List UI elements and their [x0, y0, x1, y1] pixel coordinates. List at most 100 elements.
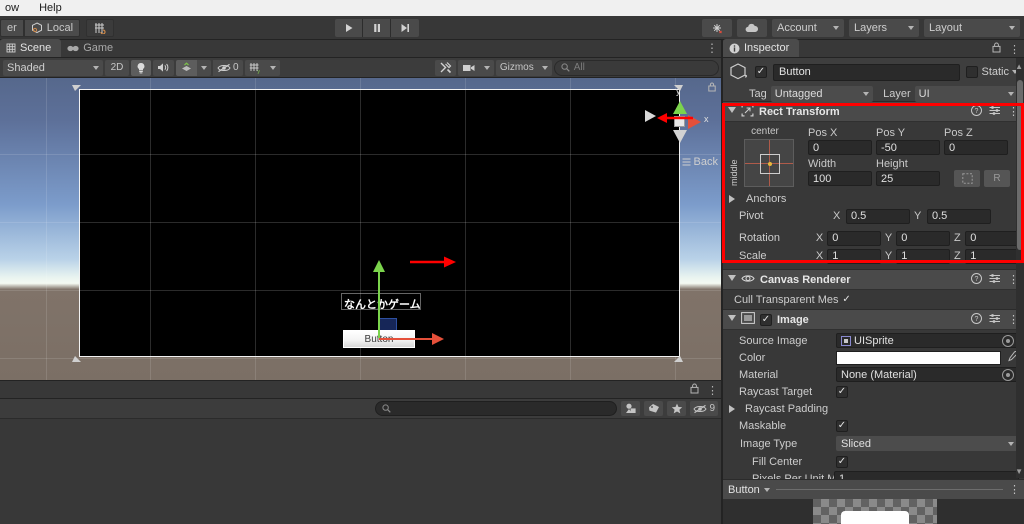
- scale-y-input[interactable]: 1: [896, 248, 950, 264]
- anchors-foldout-row[interactable]: Anchors: [723, 191, 1024, 207]
- project-filter-type-button[interactable]: [621, 401, 641, 416]
- fill-center-checkbox[interactable]: [836, 455, 848, 468]
- chevron-right-icon[interactable]: [729, 404, 738, 413]
- scene-audio-button[interactable]: [153, 59, 174, 76]
- pause-button[interactable]: [363, 19, 391, 37]
- inspector-scrollbar-track[interactable]: [1016, 58, 1024, 478]
- pivot-y-input[interactable]: 0.5: [927, 208, 991, 224]
- grid-snap-button[interactable]: [86, 18, 115, 37]
- scene-viewport[interactable]: なんとかゲーム Button y x Back: [0, 78, 722, 380]
- move-gizmo-x-arrow[interactable]: [432, 333, 444, 345]
- pos-z-input[interactable]: 0: [944, 140, 1008, 155]
- pos-y-input[interactable]: -50: [876, 140, 940, 155]
- project-filter-label-button[interactable]: [644, 401, 664, 416]
- help-icon[interactable]: ?: [971, 104, 982, 119]
- layer-dropdown[interactable]: UI: [914, 86, 1018, 102]
- preview-render-area[interactable]: [723, 499, 1024, 524]
- scene-camera-button[interactable]: [457, 59, 480, 76]
- layers-dropdown[interactable]: Layers: [849, 19, 919, 37]
- project-filter-favorite-button[interactable]: [667, 401, 687, 416]
- project-search-input[interactable]: [375, 401, 618, 416]
- inspector-lock-button[interactable]: [992, 42, 1001, 56]
- height-input[interactable]: 25: [876, 171, 940, 186]
- component-tools-button[interactable]: [434, 59, 456, 76]
- gameobject-name-input[interactable]: Button: [773, 63, 961, 81]
- preview-menu-button[interactable]: ⋮: [1009, 483, 1020, 496]
- menu-item-help[interactable]: Help: [36, 0, 65, 16]
- project-lock-button[interactable]: [690, 383, 699, 397]
- shading-mode-dropdown[interactable]: Shaded: [3, 59, 103, 76]
- layout-dropdown[interactable]: Layout: [924, 19, 1020, 37]
- source-image-field[interactable]: UISprite: [836, 333, 1019, 348]
- canvas-renderer-header[interactable]: Canvas Renderer ? ⋮: [723, 270, 1024, 290]
- help-icon[interactable]: ?: [971, 272, 982, 287]
- raw-edit-mode-button[interactable]: R: [984, 170, 1010, 187]
- pivot-mode-button[interactable]: er: [0, 18, 24, 37]
- rect-transform-header[interactable]: Rect Transform ? ⋮: [723, 102, 1024, 122]
- object-picker-icon[interactable]: [1002, 368, 1014, 381]
- preset-icon[interactable]: [989, 273, 1001, 287]
- raycast-padding-row[interactable]: Raycast Padding: [723, 400, 1024, 417]
- preset-icon[interactable]: [989, 313, 1001, 327]
- tab-scene[interactable]: Scene: [0, 39, 62, 57]
- image-type-dropdown[interactable]: Sliced: [836, 436, 1019, 451]
- scene-visibility-button[interactable]: 0: [213, 59, 243, 76]
- toggle-2d-button[interactable]: 2D: [105, 59, 129, 76]
- inspector-menu-button[interactable]: ⋮: [1009, 43, 1020, 56]
- tab-inspector[interactable]: Inspector: [723, 39, 800, 57]
- scene-grid-button[interactable]: y: [244, 59, 266, 76]
- gizmos-dropdown[interactable]: [537, 59, 552, 76]
- handle-space-button[interactable]: Local: [23, 18, 81, 37]
- play-button[interactable]: [335, 19, 363, 37]
- pivot-x-input[interactable]: 0.5: [846, 208, 910, 224]
- blueprint-mode-button[interactable]: [954, 170, 980, 187]
- scene-panel-menu-button[interactable]: ⋮: [706, 42, 718, 54]
- scroll-down-arrow-icon[interactable]: ▼: [1015, 467, 1023, 476]
- gizmo-view-label-group[interactable]: Back: [682, 156, 718, 168]
- cull-transparent-mesh-checkbox[interactable]: [841, 294, 853, 306]
- tag-dropdown[interactable]: Untagged: [770, 86, 874, 102]
- move-gizmo-x-axis[interactable]: [379, 338, 434, 340]
- image-enabled-checkbox[interactable]: [760, 313, 772, 326]
- menu-item-window[interactable]: ow: [2, 0, 22, 16]
- project-hidden-count-button[interactable]: 9: [690, 401, 718, 416]
- scale-z-input[interactable]: 1: [965, 248, 1019, 264]
- image-header[interactable]: Image ? ⋮: [723, 310, 1024, 330]
- scene-fx-dropdown[interactable]: [197, 59, 211, 76]
- chevron-down-icon[interactable]: [728, 107, 736, 116]
- pos-x-input[interactable]: 0: [808, 140, 872, 155]
- panel-divider[interactable]: [721, 40, 722, 524]
- chevron-down-icon[interactable]: [728, 315, 736, 324]
- preset-icon[interactable]: [989, 105, 1001, 119]
- inspector-scrollbar-thumb[interactable]: [1017, 80, 1023, 250]
- scale-x-input[interactable]: 1: [827, 248, 881, 264]
- scene-search-input[interactable]: All: [553, 59, 719, 76]
- material-field[interactable]: None (Material): [836, 367, 1019, 382]
- anchor-preset-box[interactable]: [744, 139, 794, 187]
- gizmo-lock-icon[interactable]: [708, 82, 716, 95]
- project-content-area[interactable]: [0, 419, 722, 523]
- scene-grid-dropdown[interactable]: [265, 59, 280, 76]
- scene-fx-button[interactable]: [176, 59, 197, 76]
- rotation-z-input[interactable]: 0: [965, 230, 1019, 246]
- gizmos-button[interactable]: Gizmos: [495, 59, 538, 76]
- collab-button[interactable]: [702, 19, 732, 37]
- color-swatch[interactable]: [836, 350, 1001, 365]
- move-gizmo-y-axis[interactable]: [378, 266, 380, 338]
- rotation-y-input[interactable]: 0: [896, 230, 950, 246]
- chevron-right-icon[interactable]: [729, 195, 738, 203]
- tab-game[interactable]: Game: [61, 39, 123, 57]
- chevron-down-icon[interactable]: [728, 275, 736, 284]
- gameobject-enabled-checkbox[interactable]: [755, 66, 767, 78]
- maskable-checkbox[interactable]: [836, 419, 848, 432]
- step-button[interactable]: [391, 19, 419, 37]
- preview-object-dropdown[interactable]: Button: [728, 484, 770, 496]
- canvas-corner-handle[interactable]: [72, 353, 81, 362]
- canvas-corner-handle[interactable]: [674, 353, 683, 362]
- scene-camera-dropdown[interactable]: [479, 59, 494, 76]
- width-input[interactable]: 100: [808, 171, 872, 186]
- rotation-x-input[interactable]: 0: [827, 230, 881, 246]
- help-icon[interactable]: ?: [971, 312, 982, 327]
- static-group[interactable]: Static: [966, 66, 1018, 78]
- anchor-preset-widget[interactable]: center middle: [728, 126, 802, 187]
